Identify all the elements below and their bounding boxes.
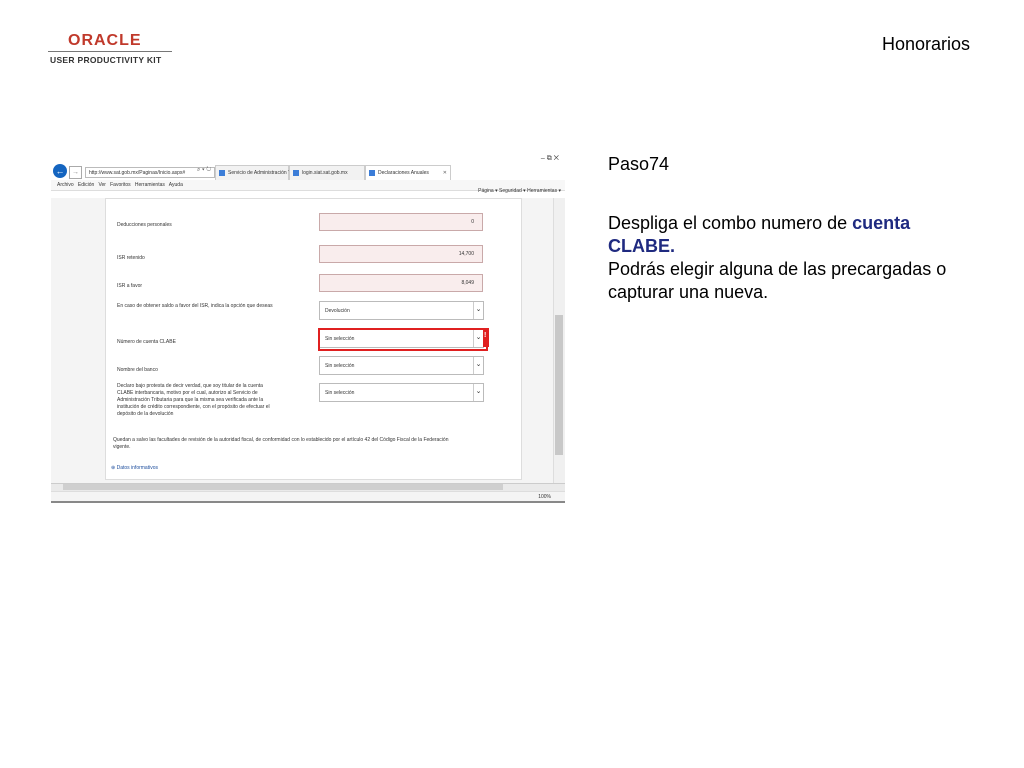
opcion-label: En caso de obtener saldo a favor del ISR…: [117, 303, 273, 309]
url-tools[interactable]: ⌕ ▾ ↻: [197, 167, 211, 174]
logo-product-name: USER PRODUCTIVITY KIT: [50, 55, 162, 65]
instruction-line2: Podrás elegir alguna de las precargadas …: [608, 259, 947, 302]
tab-label: login.siat.sat.gob.mx: [302, 170, 348, 176]
tab-login[interactable]: login.siat.sat.gob.mx: [289, 165, 365, 181]
command-bar[interactable]: Página ▾ Seguridad ▾ Herramientas ▾: [478, 188, 561, 194]
forward-button[interactable]: →: [69, 166, 82, 179]
favicon-icon: [369, 170, 375, 176]
tab-declaraciones[interactable]: Declaraciones Anuales ✕: [365, 165, 451, 181]
action-highlight-frame: [318, 328, 488, 351]
instruction-prefix: Despliga el combo numero de: [608, 213, 853, 233]
back-button[interactable]: ←: [53, 164, 67, 178]
step-label: Paso74: [608, 154, 670, 174]
close-tab-icon[interactable]: ✕: [443, 170, 447, 176]
vertical-scroll-thumb[interactable]: [555, 315, 563, 455]
url-field[interactable]: http://www.sat.gob.mx/Paginas/Inicio.asp…: [85, 167, 215, 178]
oracle-wordmark: ORACLE: [68, 32, 142, 49]
opcion-value: Devolución: [325, 308, 350, 314]
status-bar: 100%: [51, 491, 565, 501]
oracle-upk-logo: ORACLE USER PRODUCTIVITY KIT: [48, 32, 174, 68]
isr-favor-label: ISR a favor: [117, 283, 143, 289]
datos-informativos-label: Datos informativos: [116, 465, 158, 471]
horizontal-scroll-thumb[interactable]: [63, 484, 503, 490]
favicon-icon: [219, 170, 225, 176]
menu-ayuda[interactable]: Ayuda: [169, 182, 183, 188]
deducciones-label: Deducciones personales: [117, 222, 172, 228]
logo-divider: [48, 51, 172, 52]
window-controls[interactable]: – ⧉ ✕: [541, 155, 559, 163]
menu-edicion[interactable]: Edición: [78, 182, 94, 188]
instruction-text: Despliga el combo numero de cuenta CLABE…: [608, 212, 978, 304]
chevron-down-icon: ⌄: [473, 384, 483, 401]
isr-favor-field: 8,049: [319, 274, 483, 292]
isr-retenido-field: 14,700: [319, 245, 483, 263]
chevron-down-icon: ⌄: [473, 302, 483, 319]
banco-select[interactable]: Sin selección ⌄: [319, 356, 484, 375]
tab-label: Declaraciones Anuales: [378, 170, 429, 176]
menu-herramientas[interactable]: Herramientas: [135, 182, 165, 188]
isr-retenido-value: 14,700: [458, 251, 474, 257]
favicon-icon: [293, 170, 299, 176]
isr-favor-value: 8,049: [461, 280, 474, 286]
quedan-text: Quedan a salvo las facultades de revisió…: [113, 437, 449, 450]
browser-titlebar: – ⧉ ✕: [51, 153, 565, 163]
chevron-down-icon: ⌄: [473, 357, 483, 374]
address-bar-row: ← → http://www.sat.gob.mx/Paginas/Inicio…: [51, 163, 565, 181]
page-title: Honorarios: [881, 34, 970, 54]
declaro-label: Declaro bajo protesta de decir verdad, q…: [117, 383, 270, 417]
datos-informativos-link[interactable]: ⊕ Datos informativos: [111, 465, 158, 471]
opcion-select[interactable]: Devolución ⌄: [319, 301, 484, 320]
clabe-label: Número de cuenta CLABE: [117, 339, 176, 345]
tab-sat[interactable]: Servicio de Administración Tri...: [215, 165, 298, 181]
menu-ver[interactable]: Ver: [98, 182, 106, 188]
declaro-value: Sin selección: [325, 390, 355, 396]
browser-screenshot: – ⧉ ✕ ← → http://www.sat.gob.mx/Paginas/…: [51, 153, 565, 503]
plus-circle-icon: ⊕: [111, 465, 116, 471]
action-highlight-tab: !: [483, 328, 489, 347]
url-text: http://www.sat.gob.mx/Paginas/Inicio.asp…: [89, 170, 186, 176]
tab-label: Servicio de Administración Tri...: [228, 170, 298, 176]
zoom-level[interactable]: 100%: [538, 494, 551, 500]
menu-archivo[interactable]: Archivo: [57, 182, 74, 188]
declaro-select[interactable]: Sin selección ⌄: [319, 383, 484, 402]
deducciones-value: 0: [471, 219, 474, 225]
isr-retenido-label: ISR retenido: [117, 255, 145, 261]
banco-value: Sin selección: [325, 363, 355, 369]
banco-label: Nombre del banco: [117, 367, 158, 373]
menu-favoritos[interactable]: Favoritos: [110, 182, 131, 188]
menu-items: Archivo Edición Ver Favoritos Herramient…: [57, 182, 183, 188]
deducciones-field: 0: [319, 213, 483, 231]
